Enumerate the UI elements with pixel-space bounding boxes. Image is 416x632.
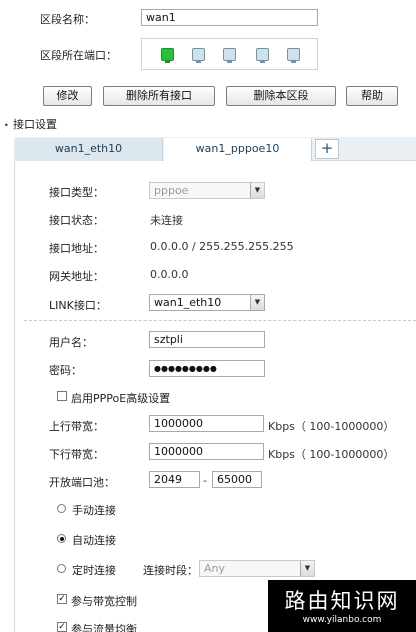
add-icon: + bbox=[320, 139, 334, 157]
manual-connect-radio[interactable] bbox=[57, 504, 66, 513]
password-label: 密码： bbox=[49, 364, 82, 377]
watermark: 路由知识网 www.yilanbo.com bbox=[268, 580, 416, 632]
tab-label: wan1_eth10 bbox=[54, 142, 123, 155]
interface-type-select[interactable]: pppoe ▼ bbox=[149, 182, 265, 199]
chevron-down-icon: ▼ bbox=[300, 561, 314, 576]
port-pool-label: 开放端口池： bbox=[49, 476, 115, 489]
section-title: 接口设置 bbox=[13, 118, 57, 131]
upstream-bandwidth-input[interactable]: 1000000 bbox=[149, 415, 264, 432]
help-button[interactable]: 帮助 bbox=[346, 86, 398, 106]
link-interface-select[interactable]: wan1_eth10 ▼ bbox=[149, 294, 265, 311]
downstream-bandwidth-label: 下行带宽： bbox=[49, 448, 104, 461]
tab-wan1-pppoe10[interactable]: wan1_pppoe10 bbox=[164, 138, 312, 161]
select-value: Any bbox=[204, 562, 226, 575]
bandwidth-control-label: 参与带宽控制 bbox=[71, 595, 137, 608]
pppoe-advanced-checkbox[interactable] bbox=[57, 391, 67, 401]
interface-status-label: 接口状态： bbox=[49, 214, 104, 227]
port-2-icon[interactable] bbox=[192, 48, 205, 63]
auto-connect-radio[interactable] bbox=[57, 534, 66, 543]
downstream-bandwidth-input[interactable]: 1000000 bbox=[149, 443, 264, 460]
timed-connect-label: 定时连接 bbox=[72, 564, 116, 577]
link-interface-label: LINK接口： bbox=[49, 299, 107, 312]
username-label: 用户名： bbox=[49, 336, 93, 349]
port-1-icon[interactable] bbox=[161, 48, 174, 63]
segment-port-label: 区段所在端口： bbox=[40, 49, 117, 62]
load-balance-label: 参与流量均衡 bbox=[71, 623, 137, 632]
downstream-bandwidth-unit: Kbps（ 100-1000000） bbox=[268, 448, 395, 461]
interface-address-label: 接口地址： bbox=[49, 242, 104, 255]
port-5-icon[interactable] bbox=[287, 48, 300, 63]
watermark-title: 路由知识网 bbox=[284, 589, 400, 613]
chevron-down-icon: ▼ bbox=[250, 183, 264, 198]
gateway-address-label: 网关地址： bbox=[49, 270, 104, 283]
upstream-bandwidth-label: 上行带宽： bbox=[49, 420, 104, 433]
section-bullet-icon: • bbox=[4, 121, 9, 130]
watermark-url: www.yilanbo.com bbox=[302, 615, 382, 625]
segment-name-label: 区段名称： bbox=[40, 13, 95, 26]
segment-name-input[interactable]: wan1 bbox=[141, 9, 318, 26]
load-balance-checkbox[interactable]: ✓ bbox=[57, 622, 67, 632]
manual-connect-label: 手动连接 bbox=[72, 504, 116, 517]
auto-connect-label: 自动连接 bbox=[72, 534, 116, 547]
interface-type-label: 接口类型： bbox=[49, 186, 104, 199]
interface-address-value: 0.0.0.0 / 255.255.255.255 bbox=[150, 240, 294, 253]
modify-button[interactable]: 修改 bbox=[43, 86, 92, 106]
port-pool-separator: - bbox=[203, 474, 207, 487]
section-divider bbox=[24, 320, 416, 321]
password-input[interactable]: ●●●●●●●●● bbox=[149, 360, 265, 377]
tab-wan1-eth10[interactable]: wan1_eth10 bbox=[15, 138, 163, 161]
select-value: pppoe bbox=[154, 184, 189, 197]
bandwidth-control-checkbox[interactable]: ✓ bbox=[57, 594, 67, 604]
pppoe-advanced-label: 启用PPPoE高级设置 bbox=[71, 392, 171, 405]
port-3-icon[interactable] bbox=[223, 48, 236, 63]
port-pool-end-input[interactable]: 65000 bbox=[212, 471, 262, 488]
timed-connect-radio[interactable] bbox=[57, 564, 66, 573]
add-tab-button[interactable]: + bbox=[315, 139, 339, 159]
select-value: wan1_eth10 bbox=[154, 296, 222, 309]
tab-label: wan1_pppoe10 bbox=[195, 142, 280, 155]
gateway-address-value: 0.0.0.0 bbox=[150, 268, 189, 281]
connect-period-label: 连接时段： bbox=[143, 564, 198, 577]
port-pool-start-input[interactable]: 2049 bbox=[149, 471, 200, 488]
delete-all-interfaces-button[interactable]: 删除所有接口 bbox=[103, 86, 215, 106]
interface-status-value: 未连接 bbox=[150, 214, 183, 227]
chevron-down-icon: ▼ bbox=[250, 295, 264, 310]
port-4-icon[interactable] bbox=[256, 48, 269, 63]
connect-period-select[interactable]: Any ▼ bbox=[199, 560, 315, 577]
delete-segment-button[interactable]: 删除本区段 bbox=[226, 86, 336, 106]
username-input[interactable]: sztpli bbox=[149, 331, 265, 348]
upstream-bandwidth-unit: Kbps（ 100-1000000） bbox=[268, 420, 395, 433]
